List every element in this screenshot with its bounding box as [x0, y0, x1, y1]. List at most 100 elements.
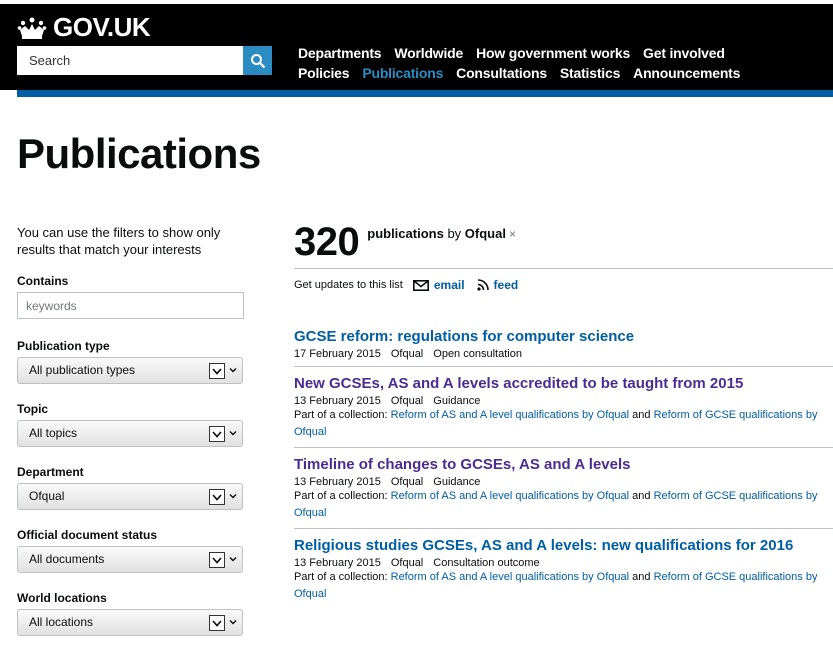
header-accent-bar [17, 90, 833, 97]
result-meta: 13 February 2015 Ofqual Consultation outco… [294, 557, 833, 569]
count-divider [294, 268, 833, 269]
select-value: Ofqual [29, 489, 65, 503]
result-date: 17 February 2015 [294, 348, 381, 360]
collection-and: and [632, 409, 651, 421]
result-meta: 13 February 2015 Ofqual Guidance [294, 395, 833, 407]
results-by: by [447, 226, 462, 241]
result-type: Open consultation [433, 348, 522, 360]
collection-and: and [632, 571, 651, 583]
nav-row-secondary: Policies Publications Consultations Statist… [298, 63, 753, 83]
result-item: Religious studies GCSEs, AS and A levels… [294, 537, 833, 609]
logo-text: GOV.UK [53, 12, 151, 42]
filter-sidebar: You can use the filters to show only res… [17, 224, 257, 654]
updates-label: Get updates to this list [294, 279, 403, 291]
filter-label-official-document-status: Official document status [17, 528, 158, 542]
collection-link[interactable]: Reform of AS and A level qualifications … [391, 571, 629, 583]
nav-link-how-government-works[interactable]: How government works [476, 45, 630, 61]
active-filter-org: Ofqual [464, 226, 506, 241]
filter-select-department[interactable]: Ofqual [17, 483, 243, 510]
collection-prefix: Part of a collection: [294, 409, 388, 421]
govuk-logo[interactable]: GOV.UK [17, 12, 151, 43]
select-value: All documents [29, 552, 105, 566]
chevron-down-icon [229, 620, 237, 625]
result-title-link[interactable]: New GCSEs, AS and A levels accredited to… [294, 375, 833, 392]
result-org: Ofqual [390, 348, 424, 360]
select-value: All locations [29, 615, 94, 629]
filter-label-publication-type: Publication type [17, 339, 110, 353]
chevron-down-icon [229, 431, 237, 436]
nav-link-announcements[interactable]: Announcements [633, 65, 740, 81]
nav-link-policies[interactable]: Policies [298, 65, 350, 81]
result-org: Ofqual [390, 557, 424, 569]
result-type: Guidance [433, 395, 481, 407]
result-date: 13 February 2015 [294, 557, 381, 569]
results-main: 320 publications by Ofqual × Get updates … [294, 220, 833, 600]
collection-prefix: Part of a collection: [294, 571, 388, 583]
result-title-link[interactable]: GCSE reform: regulations for computer sc… [294, 328, 833, 345]
result-date: 13 February 2015 [294, 476, 381, 488]
result-title-link[interactable]: Religious studies GCSEs, AS and A levels… [294, 537, 833, 554]
filter-list: Publication type All publication types Top… [17, 339, 257, 636]
result-type: Consultation outcome [433, 557, 540, 569]
result-item: Timeline of changes to GCSEs, AS and A l… [294, 456, 833, 529]
search-button[interactable] [243, 46, 272, 75]
nav-link-publications[interactable]: Publications [362, 65, 443, 81]
results-count: 320 [294, 220, 360, 264]
filter-select-topic[interactable]: All topics [17, 420, 243, 447]
dropdown-box-icon [209, 363, 225, 379]
result-title-link[interactable]: Timeline of changes to GCSEs, AS and A l… [294, 456, 833, 473]
search-input[interactable] [17, 46, 243, 75]
result-type: Guidance [433, 476, 481, 488]
updates-bar: Get updates to this list email feed [294, 278, 530, 292]
collection-link[interactable]: Reform of AS and A level qualifications … [391, 409, 629, 421]
nav-link-get-involved[interactable]: Get involved [643, 45, 725, 61]
nav-link-consultations[interactable]: Consultations [456, 65, 547, 81]
filter-select-publication-type[interactable]: All publication types [17, 357, 243, 384]
result-meta: 17 February 2015 Ofqual Open consultation [294, 348, 833, 360]
page-title: Publications [17, 130, 261, 177]
search-icon [250, 53, 265, 68]
filter-label-topic: Topic [17, 402, 49, 416]
chevron-down-icon [229, 494, 237, 499]
email-link[interactable]: email [434, 278, 465, 292]
collection-link[interactable]: Reform of AS and A level qualifications … [391, 490, 629, 502]
feed-link[interactable]: feed [494, 278, 519, 292]
feed-icon [476, 279, 489, 291]
main-navigation: Departments Worldwide How government works… [298, 43, 753, 83]
result-collections: Part of a collection: Reform of AS and A… [294, 569, 833, 603]
result-collections: Part of a collection: Reform of AS and A… [294, 407, 833, 441]
result-meta: 13 February 2015 Ofqual Guidance [294, 476, 833, 488]
collection-prefix: Part of a collection: [294, 490, 388, 502]
feed-updates: feed [476, 278, 519, 292]
filter-select-official-document-status[interactable]: All documents [17, 546, 243, 573]
keywords-input[interactable] [17, 292, 244, 319]
dropdown-box-icon [209, 615, 225, 631]
select-value: All topics [29, 426, 78, 440]
contains-label: Contains [17, 274, 69, 288]
dropdown-box-icon [209, 552, 225, 568]
filter-select-world-locations[interactable]: All locations [17, 609, 243, 636]
result-date: 13 February 2015 [294, 395, 381, 407]
chevron-down-icon [229, 557, 237, 562]
result-item: New GCSEs, AS and A levels accredited to… [294, 375, 833, 448]
nav-link-statistics[interactable]: Statistics [560, 65, 620, 81]
nav-link-worldwide[interactable]: Worldwide [394, 45, 463, 61]
dropdown-box-icon [209, 426, 225, 442]
results-count-row: 320 publications by Ofqual × [294, 220, 833, 264]
result-collections: Part of a collection: Reform of AS and A… [294, 488, 833, 522]
filter-label-department: Department [17, 465, 84, 479]
chevron-down-icon [229, 368, 237, 373]
results-noun: publications [367, 226, 444, 241]
header-top-border [0, 0, 833, 4]
email-icon [412, 279, 429, 291]
remove-filter-icon[interactable]: × [509, 227, 516, 241]
dropdown-box-icon [209, 489, 225, 505]
nav-row-primary: Departments Worldwide How government works… [298, 43, 753, 63]
select-value: All publication types [29, 363, 136, 377]
site-header: GOV.UK Departments Worldwide How governmen… [0, 0, 833, 90]
nav-link-departments[interactable]: Departments [298, 45, 382, 61]
result-org: Ofqual [390, 395, 424, 407]
filter-label-world-locations: World locations [17, 591, 107, 605]
crown-icon [17, 17, 47, 39]
filter-intro: You can use the filters to show only res… [17, 225, 221, 257]
